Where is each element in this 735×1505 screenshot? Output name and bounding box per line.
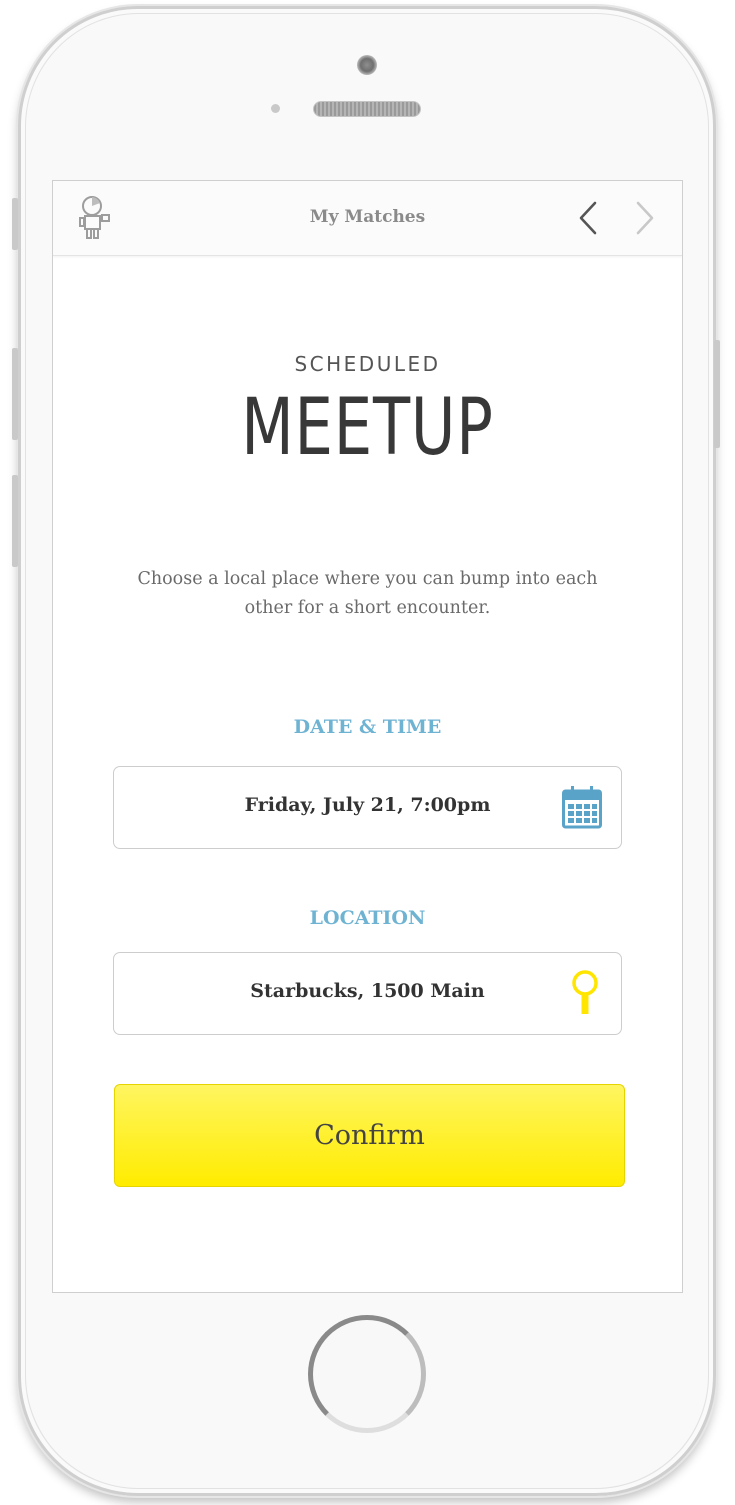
home-button[interactable]: [308, 1315, 426, 1433]
date-time-value: Friday, July 21, 7:00pm: [244, 794, 491, 816]
side-button-volume-up: [12, 348, 18, 440]
side-button-mute: [12, 198, 18, 250]
location-value: Starbucks, 1500 Main: [250, 980, 485, 1002]
front-camera: [357, 55, 377, 75]
proximity-sensor: [271, 104, 280, 113]
date-time-field[interactable]: Friday, July 21, 7:00pm: [113, 766, 622, 849]
page-kicker: SCHEDULED: [294, 352, 441, 376]
page-title: MEETUP: [241, 383, 494, 473]
chevron-right-icon[interactable]: [630, 199, 660, 237]
nav-bar: My Matches: [53, 181, 682, 256]
calendar-icon[interactable]: [562, 785, 602, 833]
earpiece-speaker: [313, 101, 421, 117]
confirm-button[interactable]: Confirm: [114, 1084, 625, 1187]
page-description: Choose a local place where you can bump …: [137, 569, 598, 618]
chevron-left-icon[interactable]: [573, 199, 603, 237]
date-time-label: DATE & TIME: [293, 716, 442, 738]
side-button-volume-down: [12, 475, 18, 567]
side-button-power: [714, 340, 720, 448]
app-screen: My Matches SCHEDULED MEETUP Choose a loc…: [52, 180, 683, 1293]
location-field[interactable]: Starbucks, 1500 Main: [113, 952, 622, 1035]
location-pin-icon[interactable]: [571, 970, 599, 1020]
location-label: LOCATION: [309, 907, 426, 929]
